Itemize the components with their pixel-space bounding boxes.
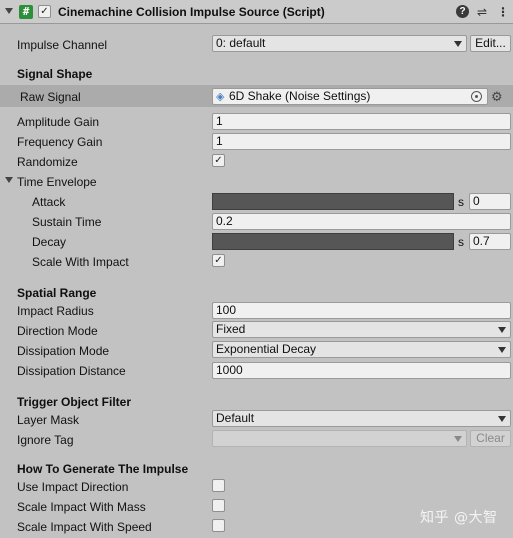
impact-radius-label: Impact Radius	[17, 304, 94, 318]
amplitude-gain-label: Amplitude Gain	[17, 115, 100, 129]
layer-mask-label: Layer Mask	[17, 413, 80, 427]
attack-label: Attack	[32, 195, 66, 209]
use-impact-direction-checkbox[interactable]	[212, 479, 225, 492]
amplitude-gain-field[interactable]: 1	[212, 113, 511, 130]
trigger-object-filter-heading: Trigger Object Filter	[17, 395, 132, 409]
noise-settings-asset-icon: ◈	[216, 91, 225, 103]
spatial-range-heading: Spatial Range	[17, 286, 97, 300]
component-header: # ✓ Cinemachine Collision Impulse Source…	[0, 0, 513, 24]
chevron-down-icon	[454, 41, 462, 47]
layer-mask-value: Default	[216, 411, 255, 425]
scale-impact-with-speed-label: Scale Impact With Speed	[17, 520, 152, 534]
dissipation-mode-value: Exponential Decay	[216, 342, 317, 356]
gear-icon[interactable]: ⚙	[491, 89, 503, 105]
help-icon[interactable]: ?	[456, 5, 469, 18]
generate-impulse-heading: How To Generate The Impulse	[17, 462, 189, 476]
impact-radius-field[interactable]: 100	[212, 302, 511, 319]
decay-curve-field[interactable]	[212, 233, 454, 250]
impulse-channel-label: Impulse Channel	[17, 38, 108, 52]
direction-mode-label: Direction Mode	[17, 324, 98, 338]
signal-shape-heading: Signal Shape	[17, 67, 93, 81]
dissipation-distance-field[interactable]: 1000	[212, 362, 511, 379]
foldout-arrow-icon[interactable]	[5, 8, 13, 14]
use-impact-direction-label: Use Impact Direction	[17, 480, 129, 494]
chevron-down-icon	[498, 416, 506, 422]
impulse-channel-value: 0: default	[216, 36, 266, 50]
component-enabled-checkbox[interactable]: ✓	[38, 5, 51, 18]
object-picker-icon[interactable]	[471, 91, 482, 102]
layer-mask-dropdown[interactable]: Default	[212, 410, 511, 427]
watermark-text: 知乎 @大智	[420, 510, 498, 526]
presets-icon[interactable]: ⇌	[477, 5, 487, 19]
frequency-gain-label: Frequency Gain	[17, 135, 103, 149]
context-menu-icon[interactable]: ⋮	[497, 5, 509, 19]
attack-time-field[interactable]: 0	[469, 193, 511, 210]
decay-unit: s	[458, 235, 464, 249]
direction-mode-value: Fixed	[216, 322, 246, 336]
script-icon: #	[19, 5, 33, 19]
impulse-channel-dropdown[interactable]: 0: default	[212, 35, 467, 52]
decay-label: Decay	[32, 235, 67, 249]
scale-impact-with-mass-checkbox[interactable]	[212, 499, 225, 512]
raw-signal-object-field[interactable]: ◈ 6D Shake (Noise Settings)	[212, 88, 488, 105]
ignore-tag-dropdown[interactable]	[212, 430, 467, 447]
decay-time-field[interactable]: 0.7	[469, 233, 511, 250]
sustain-time-label: Sustain Time	[32, 215, 102, 229]
dissipation-mode-dropdown[interactable]: Exponential Decay	[212, 341, 511, 358]
raw-signal-value: 6D Shake (Noise Settings)	[229, 89, 371, 103]
scale-with-impact-checkbox[interactable]: ✓	[212, 254, 225, 267]
time-envelope-label[interactable]: Time Envelope	[17, 175, 97, 189]
direction-mode-dropdown[interactable]: Fixed	[212, 321, 511, 338]
chevron-down-icon	[498, 327, 506, 333]
dissipation-distance-label: Dissipation Distance	[17, 364, 126, 378]
frequency-gain-field[interactable]: 1	[212, 133, 511, 150]
time-envelope-foldout-icon[interactable]	[5, 177, 13, 183]
attack-curve-field[interactable]	[212, 193, 454, 210]
chevron-down-icon	[498, 347, 506, 353]
clear-tag-button[interactable]: Clear	[470, 430, 511, 447]
component-title: Cinemachine Collision Impulse Source (Sc…	[58, 5, 325, 19]
randomize-label: Randomize	[17, 155, 78, 169]
attack-unit: s	[458, 195, 464, 209]
randomize-checkbox[interactable]: ✓	[212, 154, 225, 167]
raw-signal-label: Raw Signal	[20, 90, 81, 104]
dissipation-mode-label: Dissipation Mode	[17, 344, 110, 358]
scale-impact-with-mass-label: Scale Impact With Mass	[17, 500, 146, 514]
edit-channel-button[interactable]: Edit...	[470, 35, 511, 52]
scale-impact-with-speed-checkbox[interactable]	[212, 519, 225, 532]
ignore-tag-label: Ignore Tag	[17, 433, 74, 447]
chevron-down-icon	[454, 436, 462, 442]
sustain-time-field[interactable]: 0.2	[212, 213, 511, 230]
scale-with-impact-label: Scale With Impact	[32, 255, 129, 269]
